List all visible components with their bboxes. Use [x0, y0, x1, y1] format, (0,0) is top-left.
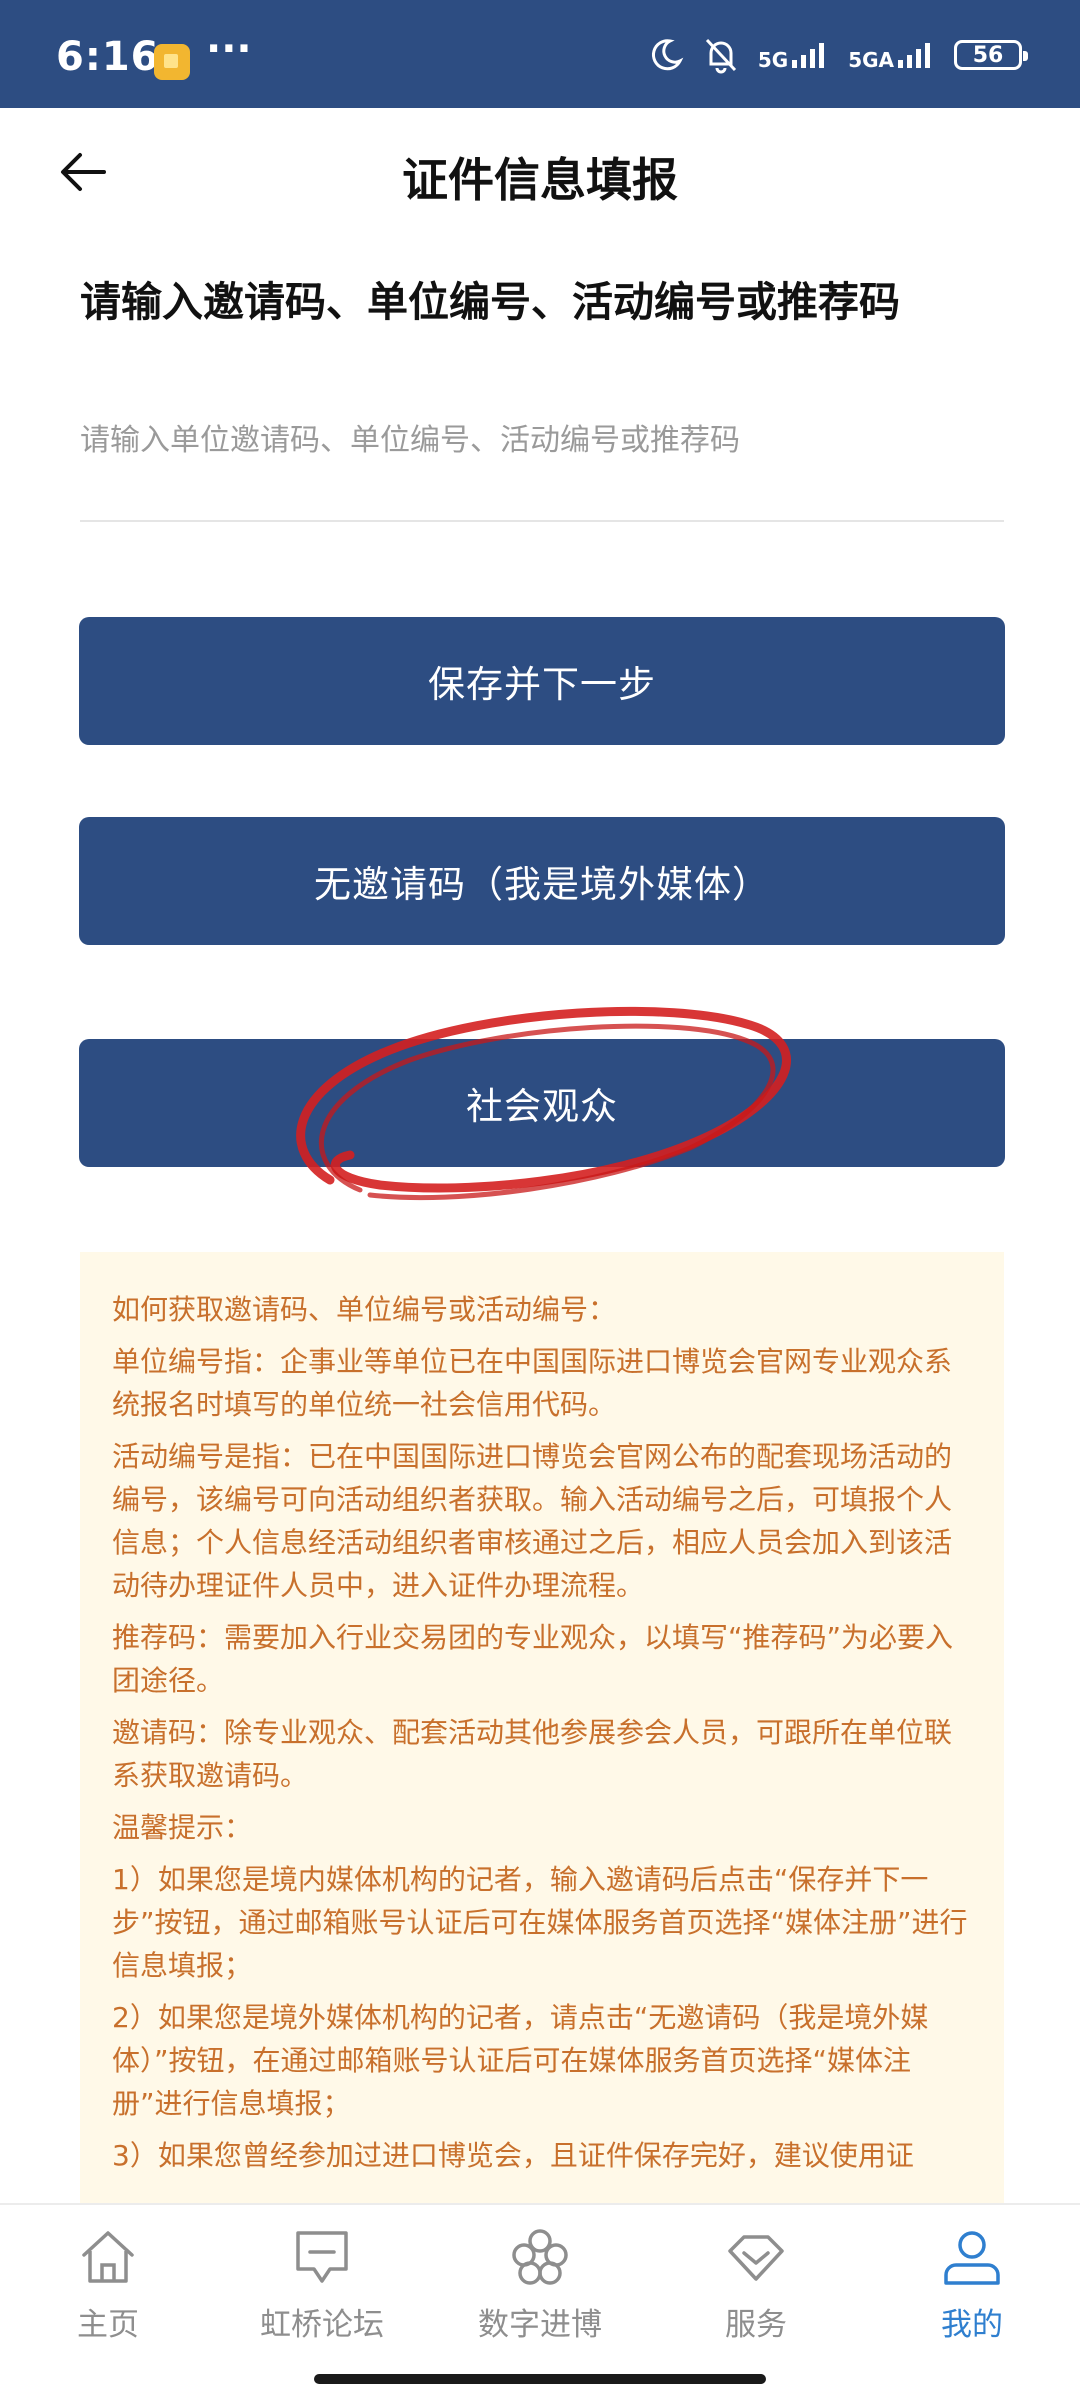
signal-5ga-icon: 5GA [848, 40, 936, 70]
info-paragraph: 活动编号是指：已在中国国际进口博览会官网公布的配套现场活动的编号，该编号可向活动… [112, 1440, 953, 1602]
tab-home[interactable]: 主页 [8, 2225, 208, 2355]
tab-service[interactable]: 服务 [656, 2225, 856, 2355]
home-icon [82, 2231, 134, 2283]
tab-digital[interactable]: 数字进博 [440, 2225, 640, 2355]
battery-icon: 56 [954, 40, 1028, 70]
notification-app-icon [154, 44, 190, 80]
service-icon [728, 2235, 784, 2281]
tab-mine[interactable]: 我的 [872, 2225, 1072, 2355]
info-tip: 3）如果您曾经参加过进口博览会，且证件保存完好，建议使用证 [112, 2139, 914, 2172]
tab-label: 服务 [725, 2307, 787, 2343]
save-next-button[interactable]: 保存并下一步 [79, 617, 1005, 745]
input-underline [80, 520, 1004, 522]
public-visitor-button[interactable]: 社会观众 [79, 1039, 1005, 1167]
digital-icon [512, 2229, 568, 2285]
page-header: 证件信息填报 [0, 108, 1080, 238]
bell-muted-icon [702, 36, 740, 74]
page-title: 证件信息填报 [402, 153, 678, 207]
code-field-label: 请输入邀请码、单位编号、活动编号或推荐码 [80, 278, 900, 326]
network-type-2: 5GA [848, 48, 894, 72]
forum-icon [296, 2231, 348, 2283]
info-tip: 2）如果您是境外媒体机构的记者，请点击“无邀请码（我是境外媒体）”按钮，在通过邮… [112, 2001, 929, 2120]
tab-label: 虹桥论坛 [260, 2307, 384, 2343]
info-paragraph: 推荐码：需要加入行业交易团的专业观众，以填写“推荐码”为必要入团途径。 [112, 1621, 954, 1697]
bottom-tab-bar: 主页 虹桥论坛 数字进博 服务 我的 [0, 2203, 1080, 2403]
moon-icon [648, 37, 684, 73]
home-indicator[interactable] [314, 2374, 766, 2384]
tab-label: 我的 [941, 2307, 1003, 2343]
info-paragraph: 单位编号指：企事业等单位已在中国国际进口博览会官网专业观众系统报名时填写的单位统… [112, 1345, 953, 1421]
info-box: 如何获取邀请码、单位编号或活动编号： 单位编号指：企事业等单位已在中国国际进口博… [80, 1252, 1004, 2252]
invite-code-input[interactable] [80, 400, 1004, 480]
status-indicators: 5G 5GA 56 [648, 36, 1028, 74]
info-paragraph: 邀请码：除专业观众、配套活动其他参展参会人员，可跟所在单位联系获取邀请码。 [112, 1716, 953, 1792]
tab-label: 主页 [77, 2307, 139, 2343]
signal-5g-icon: 5G [758, 40, 830, 70]
info-heading: 如何获取邀请码、单位编号或活动编号： [112, 1293, 617, 1326]
more-notifications-indicator: ··· [206, 26, 252, 72]
status-bar: 6:16 ··· 5G 5GA 56 [0, 0, 1080, 108]
tab-forum[interactable]: 虹桥论坛 [222, 2225, 422, 2355]
user-icon [944, 2231, 1000, 2285]
info-tips-heading: 温馨提示： [112, 1811, 253, 1844]
info-tip: 1）如果您是境内媒体机构的记者，输入邀请码后点击“保存并下一步”按钮，通过邮箱账… [112, 1863, 968, 1982]
status-time: 6:16 [56, 34, 160, 80]
no-invite-code-button[interactable]: 无邀请码（我是境外媒体） [79, 817, 1005, 945]
tab-label: 数字进博 [478, 2307, 602, 2343]
network-type-1: 5G [757, 48, 789, 72]
